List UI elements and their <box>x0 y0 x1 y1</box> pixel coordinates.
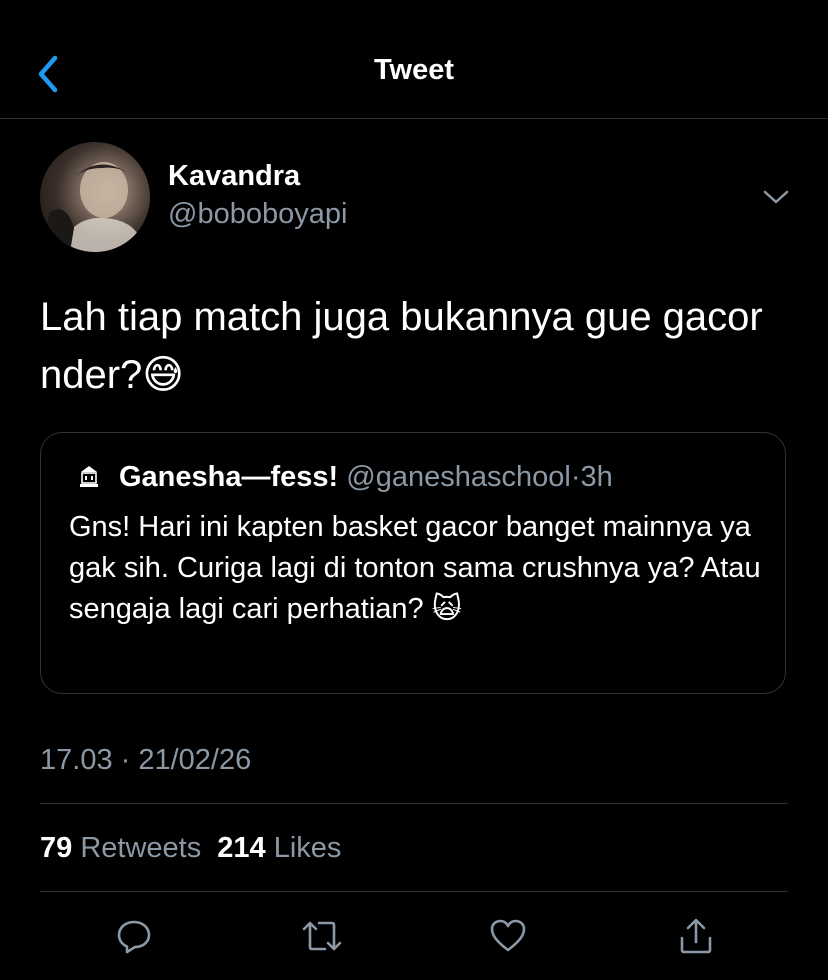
retweets-count: 79 <box>40 832 73 864</box>
avatar-photo <box>40 162 144 252</box>
tweet-timestamp: 17.03 · 21/02/26 <box>40 744 252 776</box>
quoted-tweet-text: Gns! Hari ini kapten basket gacor banget… <box>69 511 761 625</box>
like-button[interactable] <box>486 914 530 958</box>
chevron-down-icon <box>763 190 789 204</box>
engagement-stats: 79 Retweets 214 Likes <box>40 832 341 865</box>
divider <box>40 891 788 892</box>
likes-count: 214 <box>217 832 266 864</box>
reply-icon <box>117 920 151 954</box>
quoted-tweet-header: Ganesha—fess! @ganeshaschool·3h <box>119 461 613 494</box>
page-title: Tweet <box>373 54 455 86</box>
likes-stat[interactable]: 214 Likes <box>217 832 341 864</box>
share-icon <box>680 918 712 954</box>
retweet-button[interactable] <box>300 914 344 958</box>
quoted-handle: @ganeshaschool <box>346 461 571 493</box>
tweet-text: Lah tiap match juga bukannya gue gacor n… <box>40 295 763 397</box>
retweet-icon <box>302 921 342 951</box>
quoted-avatar <box>75 463 103 491</box>
reply-button[interactable] <box>112 914 156 958</box>
share-button[interactable] <box>674 914 718 958</box>
author-display-name[interactable]: Kavandra <box>168 160 300 193</box>
retweets-stat[interactable]: 79 Retweets <box>40 832 209 864</box>
author-handle[interactable]: @boboboyapi <box>168 198 347 231</box>
retweets-label: Retweets <box>80 832 202 864</box>
divider <box>40 803 788 804</box>
school-logo-icon <box>75 463 103 491</box>
more-options-button[interactable] <box>758 182 794 212</box>
quoted-display-name: Ganesha—fess! <box>119 461 339 493</box>
quoted-time: 3h <box>580 461 613 493</box>
quoted-tweet[interactable]: Ganesha—fess! @ganeshaschool·3h Gns! Har… <box>40 432 786 694</box>
likes-label: Likes <box>273 832 342 864</box>
top-bar: Tweet <box>0 0 828 119</box>
like-icon <box>490 919 526 952</box>
avatar[interactable] <box>40 142 150 252</box>
